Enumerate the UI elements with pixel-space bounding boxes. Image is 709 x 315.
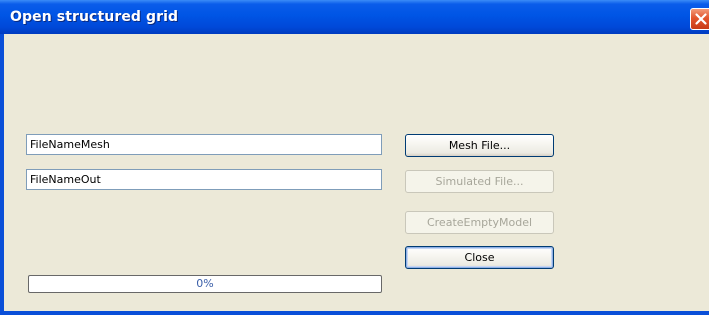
progress-label: 0% xyxy=(196,277,214,290)
window-close-button[interactable] xyxy=(690,8,709,30)
mesh-file-field[interactable]: FileNameMesh xyxy=(26,134,382,155)
output-file-field[interactable]: FileNameOut xyxy=(26,169,382,190)
close-button[interactable]: Close xyxy=(405,246,554,269)
create-empty-model-button[interactable]: CreateEmptyModel xyxy=(405,211,554,234)
dialog-window: Open structured grid FileNameMesh FileNa… xyxy=(0,0,709,315)
mesh-file-button[interactable]: Mesh File... xyxy=(405,134,554,157)
window-bottom-border xyxy=(0,311,709,315)
progress-bar: 0% xyxy=(28,275,382,293)
window-title: Open structured grid xyxy=(10,9,179,25)
title-bar[interactable]: Open structured grid xyxy=(0,0,709,34)
simulated-file-button[interactable]: Simulated File... xyxy=(405,170,554,193)
